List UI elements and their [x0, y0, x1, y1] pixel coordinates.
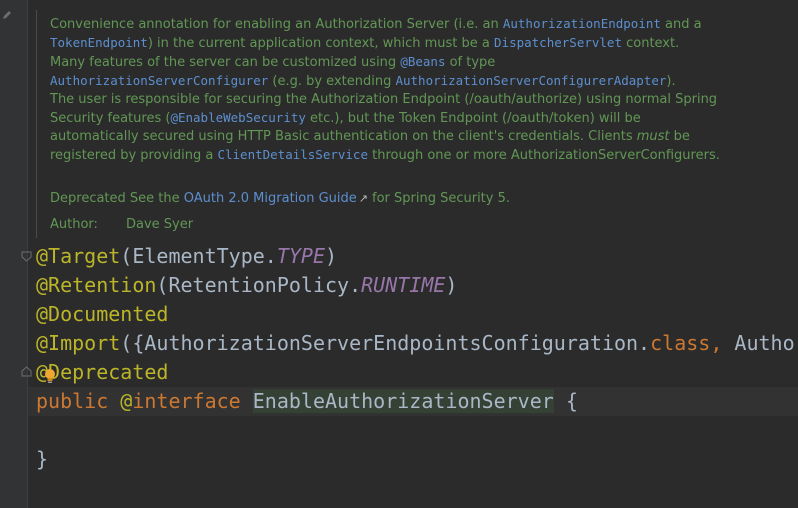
doc-text: Many features of the server can be custo… [50, 55, 401, 70]
annotation-name: Target [48, 244, 121, 268]
annotation-at: @ [36, 273, 49, 297]
code-text: ) [445, 273, 458, 297]
external-link-icon: ↗ [358, 192, 368, 205]
doc-text: registered by providing a [50, 148, 218, 163]
doc-text: of type [445, 55, 496, 70]
migration-guide-link[interactable]: OAuth 2.0 Migration Guide [184, 191, 357, 206]
code-reference-link[interactable]: TokenEndpoint [50, 35, 148, 50]
code-text: ({AuthorizationServerEndpointsConfigurat… [120, 331, 651, 355]
author-label: Author: [50, 217, 98, 232]
keyword: interface [132, 389, 241, 413]
doc-text: etc.), but the Token Endpoint (/oauth/to… [305, 111, 641, 126]
doc-text: Security features ( [50, 111, 171, 126]
doc-text: (e.g. by extending [268, 74, 396, 89]
code-text: Authoriz [734, 331, 798, 355]
annotation-at: @ [36, 302, 49, 326]
doc-text: automatically secured using HTTP Basic a… [50, 129, 637, 144]
annotation-at: @ [36, 331, 49, 355]
code-text: { [553, 389, 578, 413]
code-reference-link[interactable]: AuthorizationServerConfigurerAdapter [395, 73, 666, 88]
deprecated-suffix: for Spring Security 5. [372, 191, 511, 206]
code-text: (RetentionPolicy. [156, 273, 362, 297]
code-reference-link[interactable]: @Beans [400, 54, 445, 69]
lightbulb-icon[interactable] [43, 367, 57, 385]
doc-text: The user is responsible for securing the… [50, 92, 718, 107]
enum-constant: TYPE [276, 244, 326, 268]
doc-text: and a [660, 17, 702, 32]
editor-gutter [0, 0, 32, 508]
code-text: (ElementType. [120, 244, 277, 268]
doc-text: context. [621, 36, 680, 51]
annotation-at: @ [36, 244, 49, 268]
deprecated-text: See the [125, 191, 184, 206]
doc-text: Convenience annotation for enabling an A… [50, 17, 503, 32]
code-reference-link[interactable]: ClientDetailsService [217, 147, 368, 162]
code-line[interactable]: @Documented [36, 300, 168, 329]
annotation-name: Documented [48, 302, 169, 326]
class-name[interactable]: EnableAuthorizationServer [252, 389, 554, 413]
code-reference-link[interactable]: DispatcherServlet [494, 35, 622, 50]
code-line[interactable]: @Retention(RetentionPolicy.RUNTIME) [36, 271, 457, 300]
fold-marker-icon[interactable] [21, 366, 32, 377]
code-reference-link[interactable]: AuthorizationServerConfigurer [50, 73, 268, 88]
annotation-name: Import [48, 331, 121, 355]
annotation-name: Retention [48, 273, 157, 297]
doc-text: ). [666, 74, 676, 89]
javadoc-rendered-block: Convenience annotation for enabling an A… [36, 10, 798, 238]
annotation-at: @ [120, 389, 133, 413]
doc-text: through one or more AuthorizationServerC… [367, 148, 720, 163]
code-line[interactable]: } [36, 445, 48, 474]
code-text: } [36, 447, 49, 471]
enum-constant: RUNTIME [361, 273, 446, 297]
author-name: Dave Syer [126, 217, 194, 232]
emphasis-text: must [636, 129, 670, 144]
code-line[interactable]: @Import({AuthorizationServerEndpointsCon… [36, 329, 798, 358]
code-text: ) [325, 244, 338, 268]
javadoc-description: Convenience annotation for enabling an A… [50, 15, 750, 165]
javadoc-deprecated: Deprecated See the OAuth 2.0 Migration G… [50, 190, 510, 208]
code-line[interactable]: @Target(ElementType.TYPE) [36, 242, 337, 271]
keyword: class, [650, 331, 723, 355]
doc-text: be [669, 129, 690, 144]
code-line[interactable]: public @interface EnableAuthorizationSer… [36, 387, 578, 416]
deprecated-label: Deprecated [50, 191, 126, 206]
keyword: public [36, 389, 109, 413]
pencil-icon[interactable] [1, 9, 13, 21]
javadoc-author: Author: Dave Syer [50, 216, 193, 234]
code-reference-link[interactable]: AuthorizationEndpoint [503, 16, 661, 31]
fold-marker-icon[interactable] [21, 251, 32, 262]
annotation-name: Deprecated [48, 360, 169, 384]
code-reference-link[interactable]: @EnableWebSecurity [170, 110, 305, 125]
doc-text: ) in the current application context, wh… [147, 36, 495, 51]
